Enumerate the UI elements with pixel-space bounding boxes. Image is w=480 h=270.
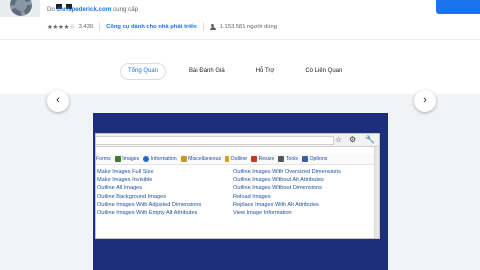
command-item: Make Images Full Size: [97, 169, 154, 175]
menu-resize: Resize: [250, 156, 274, 162]
by-suffix: cung cấp: [111, 6, 139, 13]
extension-icon: [0, 0, 40, 17]
tab-related[interactable]: Có Liên Quan: [297, 63, 350, 80]
command-item: Replace Images With Alt Attributes: [233, 201, 319, 208]
command-item: Outline Images With Empty Alt Attributes: [97, 210, 198, 217]
gear-icon: ⚙: [349, 135, 357, 144]
options-icon: [301, 156, 308, 162]
author-line: Do chrispederick.com cung cấp: [47, 6, 138, 13]
browser-toolbar: ☆ ⚙ 🔧: [96, 134, 379, 147]
wrench-icon: 🔧: [365, 135, 375, 144]
command-item: View Image Information: [233, 210, 292, 217]
category-link[interactable]: Công cụ dành cho nhà phát triển: [106, 24, 197, 30]
menu-tools: Tools: [278, 156, 298, 162]
tab-overview[interactable]: Tổng Quan: [120, 63, 167, 80]
author-link[interactable]: chrispederick.com: [57, 6, 112, 13]
detail-tabs: Tổng Quan Bài Đánh Giá Hỗ Trợ Có Liên Qu…: [120, 63, 365, 80]
screenshot-browser-window: ☆ ⚙ 🔧 Forms Images Information Miscellan…: [95, 133, 380, 239]
user-icon: [209, 23, 216, 30]
command-item: Outline All Images: [97, 185, 143, 192]
tab-support[interactable]: Hỗ Trợ: [248, 63, 283, 80]
menu-outline: Outline: [225, 156, 247, 162]
gear-logo-icon: [10, 0, 32, 16]
rating-count[interactable]: 3.439: [79, 24, 94, 30]
meta-row: ★★★★☆ 3.439 Công cụ dành cho nhà phát tr…: [47, 22, 277, 31]
by-prefix: Do: [47, 6, 57, 13]
menu-options: Options: [301, 156, 327, 162]
resize-icon: [250, 156, 257, 162]
add-to-chrome-button[interactable]: [436, 0, 480, 14]
scrollbar: [374, 147, 379, 238]
command-item: Outline Images With Adjusted Dimensions: [97, 201, 202, 208]
outline-icon: [225, 156, 230, 162]
user-count: 1.153.581 người dùng: [219, 23, 277, 30]
information-icon: [143, 156, 150, 162]
miscellaneous-icon: [180, 156, 187, 162]
command-item: Outline Images Without Dimensions: [233, 185, 322, 192]
menu-images: Images: [114, 156, 139, 162]
command-item: Outline Images With Oversized Dimensions: [233, 169, 341, 175]
header-divider: [0, 39, 480, 40]
gallery-prev-button[interactable]: ‹: [47, 90, 69, 112]
tab-reviews[interactable]: Bài Đánh Giá: [181, 63, 233, 80]
extension-title-fragment: [56, 0, 116, 9]
bookmark-star-icon: ☆: [335, 135, 343, 144]
command-item: Reload Images: [233, 193, 271, 200]
tools-icon: [278, 156, 285, 162]
images-icon: [114, 156, 121, 162]
divider: [99, 22, 101, 31]
web-developer-menu-bar: Forms Images Information Miscellaneous O…: [96, 154, 379, 165]
command-item: Outline Images Without Alt Attributes: [233, 177, 324, 184]
gallery-next-button[interactable]: ›: [414, 90, 436, 112]
menu-information: Information: [143, 156, 177, 162]
divider: [202, 22, 204, 31]
command-item: Make Images Invisible: [97, 177, 153, 184]
image-commands-right: Outline Images With Oversized Dimensions…: [233, 168, 341, 217]
menu-miscellaneous: Miscellaneous: [180, 156, 221, 162]
menu-forms: Forms: [96, 156, 111, 162]
image-commands-left: Make Images Full Size Make Images Invisi…: [97, 168, 201, 217]
address-bar: [96, 136, 334, 145]
screenshot-frame: [93, 241, 99, 270]
rating-stars-icon[interactable]: ★★★★☆: [47, 23, 75, 31]
command-item: Outline Background Images: [97, 193, 167, 200]
